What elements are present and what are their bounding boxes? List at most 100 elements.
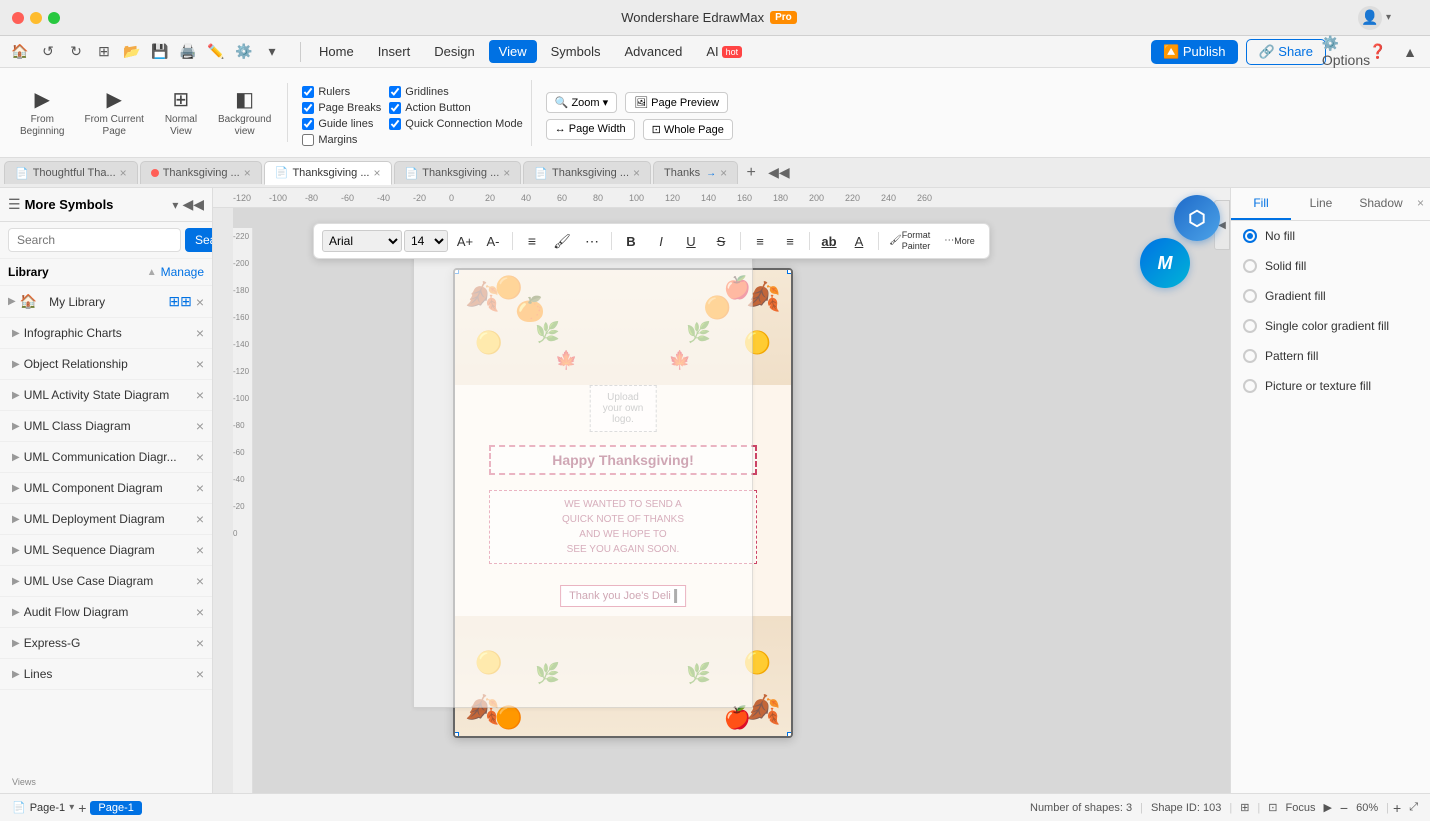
menu-symbols[interactable]: Symbols (541, 40, 611, 63)
open-icon[interactable]: 📂 (120, 40, 144, 64)
user-avatar[interactable]: 👤 (1358, 6, 1382, 30)
infographic-charts-close[interactable]: × (196, 325, 204, 341)
uml-deployment-close[interactable]: × (196, 511, 204, 527)
page-breaks-checkbox[interactable] (302, 102, 314, 114)
sidebar-item-uml-sequence[interactable]: ▶ UML Sequence Diagram × (0, 535, 212, 566)
tab-close-thoughtful[interactable]: × (120, 166, 127, 180)
resize-handle-br[interactable] (787, 732, 791, 736)
search-input[interactable] (8, 228, 181, 252)
tab-close-thanksgiving3[interactable]: × (374, 166, 381, 180)
my-library-expand-icon[interactable]: ⊞ (180, 293, 192, 310)
resize-handle-tr[interactable] (787, 270, 791, 274)
tab-thanksgiving5[interactable]: 📄 Thanksgiving ... × (523, 161, 651, 184)
uml-activity-close[interactable]: × (196, 387, 204, 403)
panel-tab-shadow[interactable]: Shadow (1351, 188, 1411, 220)
manage-label[interactable]: Manage (161, 265, 204, 279)
quick-connection-check[interactable]: Quick Connection Mode (389, 118, 522, 130)
my-library-close-icon[interactable]: × (196, 294, 204, 310)
text-highlight-button[interactable]: A (846, 228, 872, 254)
fill-option-single-color[interactable]: Single color gradient fill (1231, 311, 1430, 341)
uml-use-case-close[interactable]: × (196, 573, 204, 589)
home-icon[interactable]: 🏠 (8, 40, 32, 64)
tab-close-thanks[interactable]: × (720, 166, 727, 180)
no-fill-radio[interactable] (1243, 229, 1257, 243)
panel-close-button[interactable]: × (1411, 188, 1430, 220)
current-page-tab[interactable]: Page-1 (90, 801, 141, 815)
page-preview-button[interactable]: 🖼 Page Preview (625, 92, 728, 113)
play-icon[interactable]: ▶ (1323, 801, 1331, 814)
from-beginning-button[interactable]: ▶ FromBeginning (12, 83, 72, 142)
underline-button[interactable]: U (678, 228, 704, 254)
more-options-icon[interactable]: ⋯ (579, 228, 605, 254)
sidebar-item-uml-component[interactable]: ▶ UML Component Diagram × (0, 473, 212, 504)
rulers-check[interactable]: Rulers (302, 86, 381, 98)
guide-lines-checkbox[interactable] (302, 118, 314, 130)
special-format-button[interactable]: 🖌 (549, 228, 575, 254)
zoom-dropdown-button[interactable]: 🔍 Zoom ▾ (546, 92, 617, 113)
sidebar-item-audit-flow[interactable]: ▶ Audit Flow Diagram × (0, 597, 212, 628)
solid-fill-radio[interactable] (1243, 259, 1257, 273)
numbered-list-button[interactable]: ≡ (747, 228, 773, 254)
menu-home[interactable]: Home (309, 40, 364, 63)
search-button[interactable]: Search (185, 228, 213, 252)
express-g-close[interactable]: × (196, 635, 204, 651)
panel-collapse-button[interactable]: ◀◀ (768, 164, 790, 181)
tab-close-thanksgiving5[interactable]: × (633, 166, 640, 180)
gridlines-checkbox[interactable] (389, 86, 401, 98)
panel-tab-line[interactable]: Line (1291, 188, 1351, 220)
sidebar-item-uml-class[interactable]: ▶ UML Class Diagram × (0, 411, 212, 442)
margins-check[interactable]: Margins (302, 134, 381, 146)
fill-option-solid[interactable]: Solid fill (1231, 251, 1430, 281)
undo-icon[interactable]: ↺ (36, 40, 60, 64)
background-view-button[interactable]: ◧ Backgroundview (210, 83, 279, 142)
sidebar-collapse-icon[interactable]: ☰ (8, 196, 21, 213)
picture-texture-radio[interactable] (1243, 379, 1257, 393)
tab-close-thanksgiving2[interactable]: × (244, 166, 251, 180)
maximize-window-button[interactable] (48, 12, 60, 24)
normal-view-button[interactable]: ⊞ NormalView (156, 83, 206, 142)
guide-lines-check[interactable]: Guide lines (302, 118, 381, 130)
redo-icon[interactable]: ↻ (64, 40, 88, 64)
fullscreen-icon[interactable]: ⤢ (1409, 801, 1418, 814)
focus-label[interactable]: Focus (1285, 802, 1315, 814)
fill-option-pattern[interactable]: Pattern fill (1231, 341, 1430, 371)
page-width-button[interactable]: ↔ Page Width (546, 119, 635, 140)
tab-thanksgiving2[interactable]: Thanksgiving ... × (140, 161, 262, 184)
new-tab-icon[interactable]: ⊞ (92, 40, 116, 64)
sidebar-item-infographic-charts[interactable]: ▶ Infographic Charts × (0, 318, 212, 349)
menu-ai[interactable]: AI hot (696, 40, 752, 63)
add-tab-button[interactable]: + (740, 162, 762, 184)
lines-close[interactable]: × (196, 666, 204, 682)
bullet-list-button[interactable]: ≡ (777, 228, 803, 254)
menu-design[interactable]: Design (424, 40, 484, 63)
rulers-checkbox[interactable] (302, 86, 314, 98)
options-button[interactable]: ⚙️ Options (1334, 40, 1358, 64)
sidebar-chevron-icon[interactable]: ▾ (172, 198, 178, 212)
pattern-fill-radio[interactable] (1243, 349, 1257, 363)
tab-close-thanksgiving4[interactable]: × (503, 166, 510, 180)
whole-page-button[interactable]: ⊡ Whole Page (643, 119, 733, 140)
edit-icon[interactable]: ✏️ (204, 40, 228, 64)
single-color-radio[interactable] (1243, 319, 1257, 333)
fill-option-gradient[interactable]: Gradient fill (1231, 281, 1430, 311)
increase-font-button[interactable]: A+ (452, 228, 478, 254)
page-breaks-check[interactable]: Page Breaks (302, 102, 381, 114)
sidebar-collapse-btn[interactable]: ◀◀ (182, 196, 204, 213)
font-color-button[interactable]: ab (816, 228, 842, 254)
audit-flow-close[interactable]: × (196, 604, 204, 620)
sidebar-item-uml-deployment[interactable]: ▶ UML Deployment Diagram × (0, 504, 212, 535)
collapse-icon[interactable]: ▲ (1398, 40, 1422, 64)
layers-icon[interactable]: ⊞ (1240, 801, 1249, 814)
sidebar-item-uml-use-case[interactable]: ▶ UML Use Case Diagram × (0, 566, 212, 597)
settings-icon[interactable]: ⚙️ (232, 40, 256, 64)
tab-thanks[interactable]: Thanks → × (653, 161, 738, 184)
format-painter-button[interactable]: 🖌 FormatPainter (885, 228, 934, 254)
ai-circle-button[interactable]: M (1140, 238, 1190, 288)
fit-page-icon[interactable]: ⊡ (1268, 801, 1277, 814)
add-page-button[interactable]: + (78, 800, 86, 816)
fill-option-no-fill[interactable]: No fill (1231, 221, 1430, 251)
tab-thanksgiving3[interactable]: 📄 Thanksgiving ... × (264, 161, 392, 185)
font-size-select[interactable]: 14 (404, 230, 448, 252)
more-button[interactable]: ⋯ More (938, 228, 981, 254)
print-icon[interactable]: 🖨️ (176, 40, 200, 64)
